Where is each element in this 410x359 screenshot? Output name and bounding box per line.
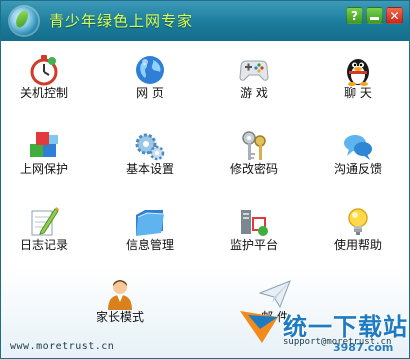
tile-change-password[interactable]: 修改密码 [206, 129, 302, 189]
lightbulb-icon [348, 208, 368, 235]
tile-basic-settings[interactable]: 基本设置 [102, 129, 198, 189]
tile-label: 日志记录 [19, 238, 68, 252]
chat-bubbles-icon [344, 135, 372, 160]
tile-label: 信息管理 [125, 238, 174, 252]
support-email-link[interactable]: support@moretrust.cn [283, 337, 391, 347]
tile-label: 家长模式 [95, 310, 144, 324]
keys-icon [242, 131, 266, 160]
tile-label: 上网保护 [19, 162, 68, 176]
blocks-icon [30, 132, 58, 157]
tile-games[interactable]: 游 戏 [206, 53, 302, 113]
title-bar: 青少年绿色上网专家 ? ✕ [1, 1, 409, 41]
website-link[interactable]: www.moretrust.cn [10, 341, 114, 352]
folder-icon [136, 210, 165, 236]
tile-web[interactable]: 网 页 [102, 53, 198, 113]
globe-icon [136, 56, 164, 84]
watermark-logo-icon [240, 311, 278, 343]
tile-monitoring-platform[interactable]: 监护平台 [206, 205, 302, 265]
stopwatch-icon [30, 55, 58, 86]
tile-label: 游 戏 [240, 86, 268, 100]
tile-info-management[interactable]: 信息管理 [102, 205, 198, 265]
tile-online-protection[interactable]: 上网保护 [1, 129, 92, 189]
tile-help[interactable]: 使用帮助 [310, 205, 406, 265]
tile-log-records[interactable]: 日志记录 [1, 205, 92, 265]
tile-label: 沟通反馈 [333, 162, 382, 176]
window-title: 青少年绿色上网专家 [49, 12, 194, 30]
tile-parent-mode[interactable]: 家长模式 [72, 277, 168, 337]
tile-shutdown-control[interactable]: 关机控制 [1, 53, 92, 113]
penguin-icon [347, 59, 369, 86]
tile-label: 网 页 [136, 86, 164, 100]
tile-label: 关机控制 [19, 86, 68, 100]
tile-label: 基本设置 [125, 162, 174, 176]
help-button[interactable]: ? [346, 7, 363, 24]
watermark: 统一下载站 3987.com [238, 297, 409, 358]
tile-chat[interactable]: 聊 天 [310, 53, 406, 113]
tile-label: 使用帮助 [333, 238, 382, 252]
parent-icon [108, 280, 132, 310]
tile-label: 聊 天 [344, 86, 372, 100]
monitor-icon [241, 210, 268, 236]
gears-icon [135, 133, 165, 161]
tile-label: 修改密码 [229, 162, 278, 176]
minimize-icon [370, 17, 379, 20]
minimize-button[interactable] [366, 7, 383, 24]
tile-feedback[interactable]: 沟通反馈 [310, 129, 406, 189]
close-button[interactable]: ✕ [386, 7, 403, 24]
tile-label: 监护平台 [229, 238, 278, 252]
gamepad-icon [239, 60, 269, 81]
notepad-pencil-icon [31, 207, 59, 236]
app-window: 青少年绿色上网专家 ? ✕ 关机控制 网 页 游 戏 聊 天 上网保护 基本设置… [0, 0, 410, 359]
app-logo-icon [10, 7, 38, 35]
